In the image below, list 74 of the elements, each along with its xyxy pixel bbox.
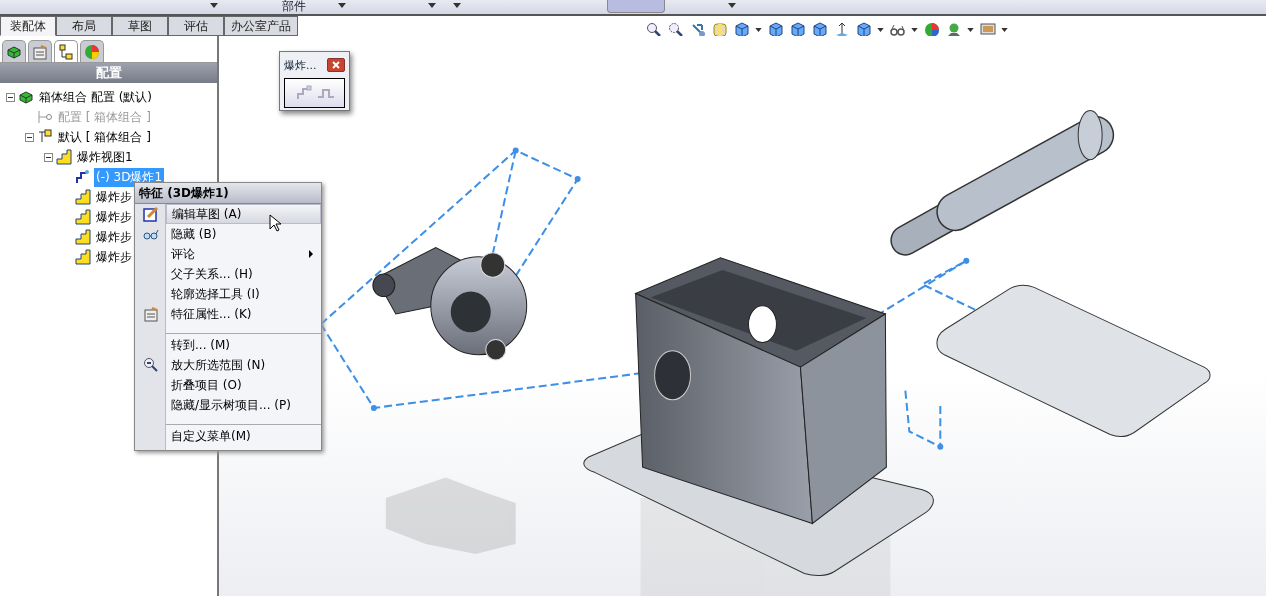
menu-title: 特征 (3D爆炸1) — [135, 183, 321, 204]
tab[interactable]: 评估 — [168, 16, 224, 36]
menu-item[interactable]: 评论 — [166, 245, 321, 263]
panel-tab[interactable] — [80, 40, 104, 62]
close-icon — [332, 61, 340, 69]
cube-icon[interactable] — [790, 22, 806, 38]
panel-title: 配置 — [0, 63, 217, 83]
step-icon — [75, 229, 91, 245]
command-label[interactable]: 部件 — [282, 0, 306, 13]
menu-item[interactable]: 折叠项目 (O) — [166, 376, 321, 394]
tree-item[interactable]: 爆炸视图1 — [75, 147, 135, 167]
hierarchy-icon — [37, 129, 53, 145]
tree-item[interactable]: 爆炸步 — [94, 247, 134, 267]
tab[interactable]: 布局 — [56, 16, 112, 36]
explode-icon — [75, 169, 91, 185]
collapse-toggle-icon[interactable] — [25, 132, 34, 142]
tree-item[interactable]: 箱体组合 配置 (默认) — [37, 87, 154, 107]
step-icon — [56, 149, 72, 165]
zoom-icon — [142, 357, 159, 373]
pencil-icon — [142, 206, 159, 222]
caret-icon[interactable] — [967, 28, 974, 32]
properties-icon — [32, 43, 48, 60]
caret-icon[interactable] — [1001, 28, 1008, 32]
menu-item[interactable]: 放大所选范围 (N) — [166, 356, 321, 374]
caret-icon[interactable] — [338, 3, 346, 8]
collapse-toggle-icon[interactable] — [44, 152, 53, 162]
menu-item[interactable]: 转到... (M) — [166, 336, 321, 354]
step-icon — [75, 209, 91, 225]
menu-item[interactable]: 特征属性... (K) — [166, 305, 321, 323]
cube-icon[interactable] — [856, 22, 872, 38]
config-icon — [37, 109, 53, 125]
zoom-icon[interactable] — [646, 22, 662, 38]
menu-item[interactable]: 轮廓选择工具 (I) — [166, 285, 321, 303]
menu-item[interactable]: 隐藏/显示树项目... (P) — [166, 396, 321, 414]
tree-item[interactable]: 爆炸步 — [94, 207, 134, 227]
color-sphere-icon[interactable] — [924, 22, 940, 38]
tab[interactable]: 草图 — [112, 16, 168, 36]
caret-icon[interactable] — [877, 28, 884, 32]
cube-icon[interactable] — [734, 22, 750, 38]
caret-icon[interactable] — [453, 3, 461, 8]
submenu-arrow-icon — [309, 250, 313, 258]
tab[interactable]: 装配体 — [0, 16, 56, 36]
step-icon — [75, 249, 91, 265]
menu-item[interactable]: 父子关系... (H) — [166, 265, 321, 283]
arrow-icon[interactable] — [690, 22, 706, 38]
glasses-icon[interactable] — [890, 22, 906, 38]
menu-item[interactable]: 自定义菜单(M) — [166, 427, 321, 445]
section-view-icon[interactable] — [712, 22, 728, 38]
menu-item[interactable]: 隐藏 (B) — [166, 225, 321, 243]
panel-tab[interactable] — [28, 40, 52, 62]
popup-title: 爆炸... — [284, 57, 317, 73]
collapse-toggle-icon[interactable] — [6, 92, 15, 102]
tab[interactable]: 办公室产品 — [224, 16, 298, 36]
cube-icon[interactable] — [812, 22, 828, 38]
cube-icon[interactable] — [768, 22, 784, 38]
properties-icon — [142, 306, 159, 322]
caret-icon[interactable] — [911, 28, 918, 32]
tree-item[interactable]: 默认 [ 箱体组合 ] — [56, 127, 153, 147]
caret-icon[interactable] — [728, 3, 736, 8]
caret-icon[interactable] — [755, 28, 762, 32]
panel-tab[interactable] — [54, 40, 78, 62]
caret-icon[interactable] — [428, 3, 436, 8]
cube-icon — [18, 89, 34, 105]
menu-item[interactable]: 编辑草图 (A) — [166, 204, 321, 224]
color-sphere-icon — [84, 43, 100, 60]
hierarchy-icon — [58, 43, 74, 60]
tree-item[interactable]: 爆炸步 — [94, 187, 134, 207]
zoom-area-icon[interactable] — [668, 22, 684, 38]
caret-icon[interactable] — [210, 3, 218, 8]
step-icon — [75, 189, 91, 205]
panel-tab[interactable] — [2, 40, 26, 62]
close-button[interactable] — [327, 58, 345, 72]
tree-item[interactable]: 爆炸步 — [94, 227, 134, 247]
mouse-cursor-icon — [269, 214, 281, 232]
